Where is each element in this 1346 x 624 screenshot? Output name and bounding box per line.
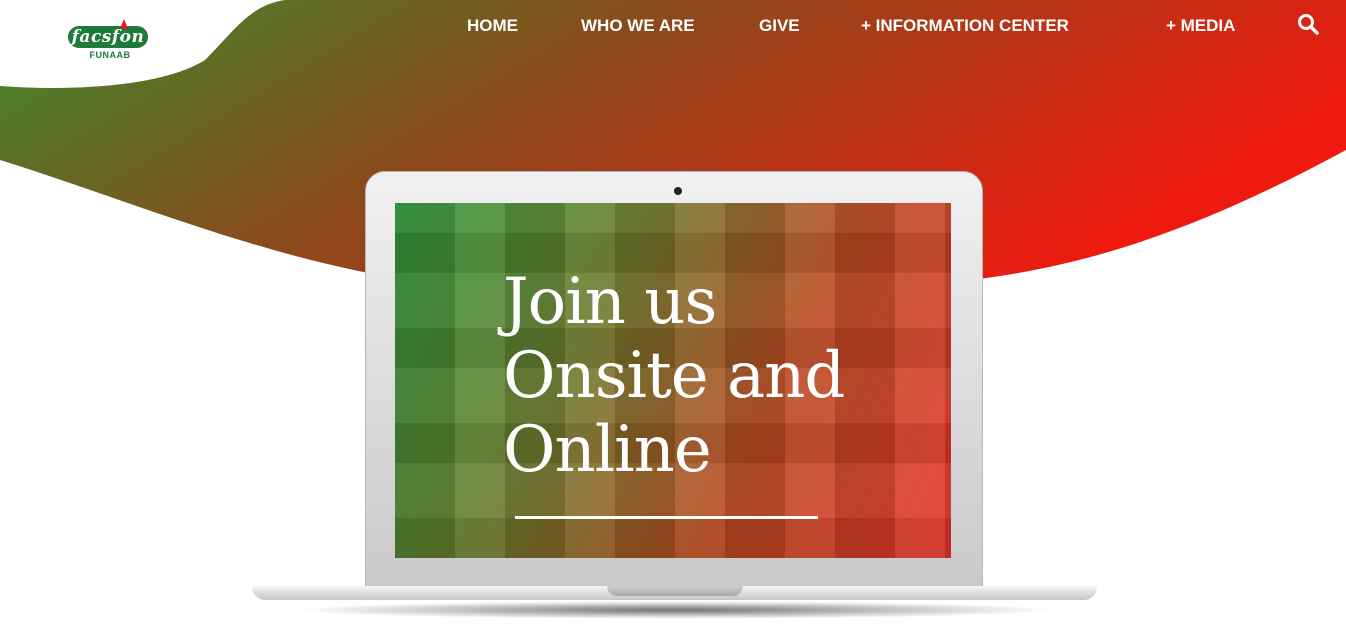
- nav-who-we-are[interactable]: WHO WE ARE: [581, 14, 695, 38]
- logo-wordmark: facsfon: [68, 26, 148, 48]
- nav-media[interactable]: + MEDIA: [1166, 14, 1235, 38]
- laptop-screen: Join us Onsite and Online: [395, 203, 951, 558]
- laptop-notch: [607, 586, 743, 596]
- search-icon: [1298, 14, 1319, 35]
- webcam-icon: [674, 187, 682, 195]
- laptop-mockup: Join us Onsite and Online: [252, 171, 1097, 624]
- nav-information-center[interactable]: + INFORMATION CENTER: [861, 14, 1069, 38]
- headline-line-2: Onsite and: [503, 339, 845, 413]
- nav-give[interactable]: GIVE: [759, 14, 800, 38]
- logo-subtext: FUNAAB: [89, 50, 131, 60]
- nav-home[interactable]: HOME: [467, 14, 518, 38]
- search-button[interactable]: [1296, 12, 1322, 38]
- hero-headline: Join us Onsite and Online: [503, 265, 883, 487]
- headline-line-1: Join us: [503, 265, 717, 339]
- headline-line-3: Online: [503, 413, 712, 487]
- laptop-shadow: [292, 601, 1057, 619]
- headline-underline: [515, 516, 818, 519]
- site-logo[interactable]: facsfon FUNAAB: [62, 18, 158, 68]
- flame-icon: [120, 19, 128, 29]
